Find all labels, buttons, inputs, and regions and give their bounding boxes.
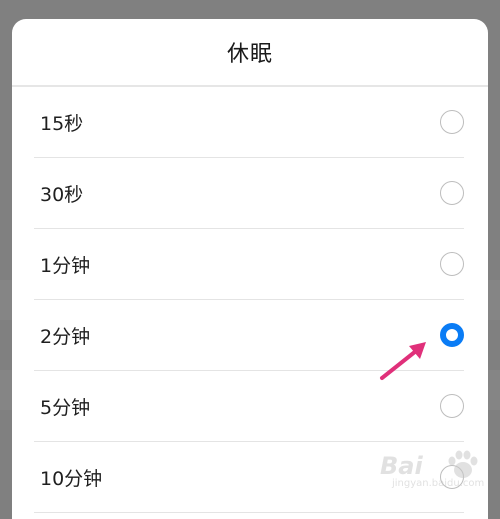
option-2min[interactable]: 2分钟 <box>34 300 464 371</box>
paw-icon <box>448 450 478 478</box>
radio-button[interactable] <box>440 252 464 276</box>
option-label: 1分钟 <box>40 254 91 277</box>
radio-button-selected[interactable] <box>440 323 464 347</box>
option-label: 2分钟 <box>40 325 91 348</box>
radio-button[interactable] <box>440 181 464 205</box>
dialog-title: 休眠 <box>226 42 273 67</box>
sleep-dialog: 休眠 15秒 30秒 1分钟 2分钟 5分钟 10分钟 <box>12 19 488 519</box>
option-30s[interactable]: 30秒 <box>34 158 464 229</box>
watermark-subtext: jingyan.baidu.com <box>392 478 485 489</box>
option-label: 10分钟 <box>40 467 103 490</box>
radio-button[interactable] <box>440 110 464 134</box>
option-label: 15秒 <box>40 112 84 135</box>
dialog-header: 休眠 <box>12 19 488 87</box>
option-15s[interactable]: 15秒 <box>34 87 464 158</box>
watermark-text: Bai <box>380 452 423 480</box>
option-5min[interactable]: 5分钟 <box>34 371 464 442</box>
radio-button[interactable] <box>440 394 464 418</box>
option-1min[interactable]: 1分钟 <box>34 229 464 300</box>
watermark-logo: Bai jingyan.baidu.com <box>380 446 495 492</box>
option-label: 5分钟 <box>40 396 91 419</box>
option-label: 30秒 <box>40 183 84 206</box>
